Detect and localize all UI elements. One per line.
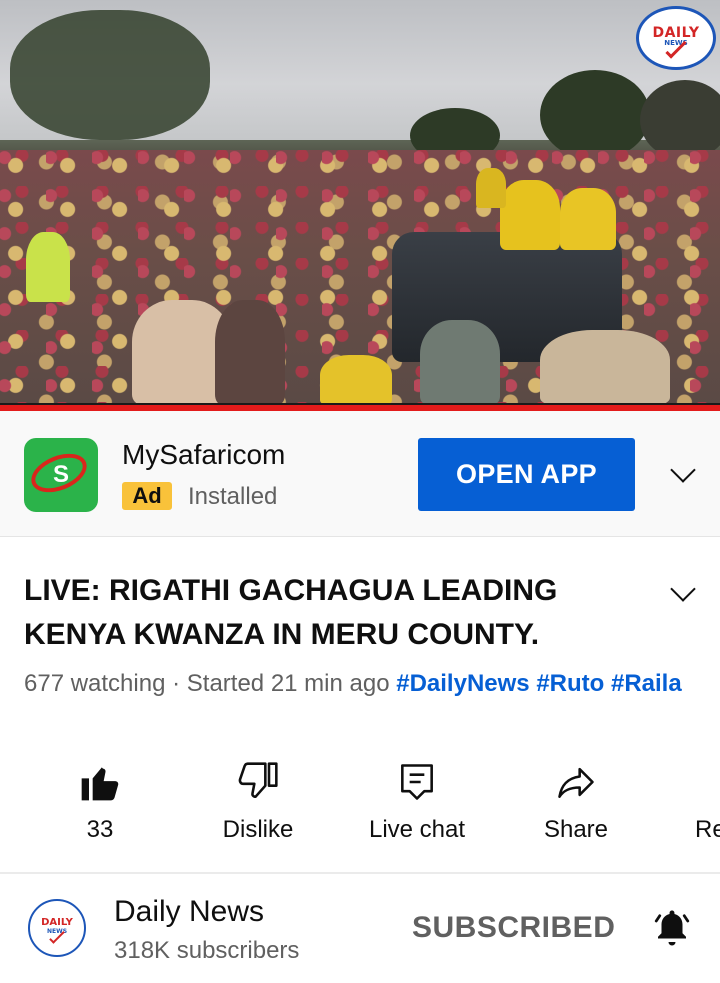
video-person xyxy=(420,320,500,405)
meta-separator: · xyxy=(165,670,187,697)
watching-count: 677 watching xyxy=(24,670,166,697)
ad-badge: Ad xyxy=(122,482,172,510)
video-person xyxy=(320,355,392,405)
chevron-down-icon[interactable] xyxy=(670,576,696,602)
avatar-word: DAILY xyxy=(41,917,73,928)
share-button[interactable]: Share xyxy=(496,750,656,860)
subscribed-button[interactable]: SUBSCRIBED xyxy=(412,911,615,945)
hashtag-link[interactable]: #Ruto xyxy=(536,670,604,697)
video-tree xyxy=(10,10,210,140)
live-chat-button[interactable]: Live chat xyxy=(337,750,497,860)
thumbs-up-icon xyxy=(20,760,180,804)
ad-app-name[interactable]: MySafaricom xyxy=(122,439,285,471)
like-count: 33 xyxy=(86,816,114,843)
dislike-button[interactable]: Dislike xyxy=(178,750,338,860)
video-person xyxy=(540,330,670,405)
video-title[interactable]: LIVE: RIGATHI GACHAGUA LEADING KENYA KWA… xyxy=(24,569,644,657)
ad-banner[interactable]: S MySafaricom Ad Installed OPEN APP xyxy=(0,411,720,537)
safaricom-letter: S xyxy=(52,461,69,488)
ad-install-status: Installed xyxy=(188,483,278,510)
channel-name[interactable]: Daily News xyxy=(114,895,264,929)
share-icon xyxy=(496,760,656,804)
chat-icon xyxy=(337,760,497,804)
thumbs-down-icon xyxy=(178,760,338,804)
dislike-label: Dislike xyxy=(222,816,294,843)
share-label: Share xyxy=(543,816,609,843)
video-person xyxy=(560,188,616,250)
bell-icon[interactable] xyxy=(651,906,693,950)
hashtag-link[interactable]: #DailyNews xyxy=(396,670,529,697)
more-action-label: Re xyxy=(695,816,720,843)
video-person xyxy=(26,232,70,302)
more-action-button[interactable]: Re xyxy=(655,750,720,860)
action-bar: 33 Dislike Live chat Share Re xyxy=(0,750,720,870)
video-person xyxy=(500,180,560,250)
video-meta: 677 watching · Started 21 min ago #Daily… xyxy=(24,668,694,700)
channel-avatar[interactable]: DAILY NEWS xyxy=(28,899,86,957)
live-chat-label: Live chat xyxy=(368,816,466,843)
video-player[interactable]: DAILY NEWS xyxy=(0,0,720,405)
section-divider xyxy=(0,872,720,874)
video-tree xyxy=(640,80,720,160)
subscriber-count: 318K subscribers xyxy=(114,937,300,964)
started-time: Started 21 min ago xyxy=(186,670,390,697)
hashtag-link[interactable]: #Raila xyxy=(611,670,682,697)
daily-news-watermark: DAILY NEWS xyxy=(636,6,716,70)
safaricom-app-icon[interactable]: S xyxy=(24,438,98,512)
video-tree xyxy=(540,70,650,160)
video-person xyxy=(215,300,285,405)
open-app-button[interactable]: OPEN APP xyxy=(418,438,635,511)
like-button[interactable]: 33 xyxy=(20,750,180,860)
video-person xyxy=(476,168,506,208)
chevron-down-icon[interactable] xyxy=(670,457,696,483)
